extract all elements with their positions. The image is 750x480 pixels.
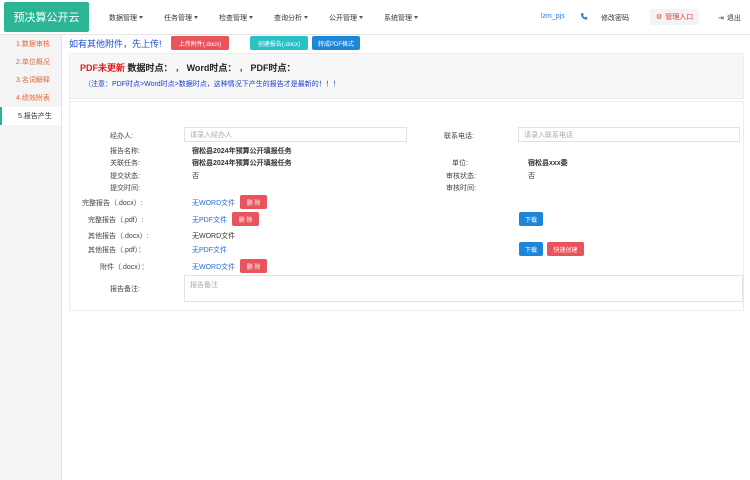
nav-check-management[interactable]: 检查管理 xyxy=(210,0,265,35)
convert-pdf-button[interactable]: 转成PDF格式 xyxy=(312,36,360,50)
main-nav: 数据管理 任务管理 检查管理 查询分析 公开管理 系统管理 xyxy=(100,0,430,35)
sidebar-item-data-review[interactable]: 1.数据审核 xyxy=(0,35,61,53)
upload-attachment-button[interactable]: 上传附件(.docx) xyxy=(171,36,229,50)
chevron-down-icon xyxy=(359,16,363,19)
sidebar-item-report-generation[interactable]: 5.报告产生 xyxy=(0,107,61,125)
logout-icon: ⇥ xyxy=(718,15,724,22)
chevron-down-icon xyxy=(414,16,418,19)
report-name-value: 宿松县2024年预算公开填报任务 xyxy=(192,148,292,155)
change-password-link[interactable]: 修改密码 xyxy=(601,13,629,23)
phone-input[interactable]: 请录入联系电话 xyxy=(518,127,740,142)
audit-status-value: 否 xyxy=(528,173,535,180)
timepoint-status: PDF未更新 数据时点： ， Word时点： ， PDF时点： xyxy=(80,61,296,74)
nav-data-management[interactable]: 数据管理 xyxy=(100,0,155,35)
timepoint-notice: PDF未更新 数据时点： ， Word时点： ， PDF时点： （注意：PDF时… xyxy=(69,53,744,99)
attachment-docx-link[interactable]: 无WORD文件 xyxy=(192,262,235,272)
word-time-label: Word时点： xyxy=(186,63,237,73)
other-docx-label: 其他报告（.docx）: xyxy=(88,233,149,240)
full-pdf-label: 完整报告（.pdf）: xyxy=(88,217,144,224)
quick-create-button[interactable]: 快速创建 xyxy=(547,242,584,256)
nav-label: 系统管理 xyxy=(384,14,412,22)
download-full-pdf-button[interactable]: 下载 xyxy=(519,212,543,226)
attachment-hint: 如有其他附件，先上传! xyxy=(69,39,162,49)
admin-entry-label: 管理入口 xyxy=(665,14,694,21)
full-docx-label: 完整报告（.docx）: xyxy=(82,200,143,207)
chevron-down-icon xyxy=(249,16,253,19)
sidebar-item-performance-tables[interactable]: 4.绩效附表 xyxy=(0,89,61,107)
submit-time-label: 提交时间: xyxy=(110,185,140,192)
delete-full-docx-button[interactable]: 删 除 xyxy=(240,195,267,209)
delete-attachment-button[interactable]: 删 除 xyxy=(240,259,267,273)
nav-label: 公开管理 xyxy=(329,14,357,22)
other-pdf-label: 其他报告（.pdf）： xyxy=(88,247,146,254)
username-link[interactable]: lzm_pjs xyxy=(541,13,565,20)
handler-label: 经办人: xyxy=(110,133,133,140)
phone-icon[interactable] xyxy=(580,12,588,21)
related-task-label: 关联任务: xyxy=(110,160,140,167)
admin-entry-button[interactable]: ⚙ 管理入口 xyxy=(650,9,700,25)
remark-textarea[interactable]: 报告备注 xyxy=(184,275,743,302)
handler-input[interactable]: 请录入经办人 xyxy=(184,127,407,142)
nav-task-management[interactable]: 任务管理 xyxy=(155,0,210,35)
nav-label: 任务管理 xyxy=(164,14,192,22)
pdf-time-label: PDF时点： xyxy=(250,63,296,73)
app-logo[interactable]: 预决算公开云 xyxy=(4,2,89,32)
data-time-value: ， xyxy=(175,63,185,73)
related-task-value: 宿松县2024年预算公开填报任务 xyxy=(192,160,292,167)
audit-status-label: 审核状态: xyxy=(446,173,476,180)
sidebar: 1.数据审核 2.单位概况 3.名词解释 4.绩效附表 5.报告产生 xyxy=(0,35,62,480)
submit-status-label: 提交状态: xyxy=(110,173,140,180)
chevron-down-icon xyxy=(194,16,198,19)
nav-publish-management[interactable]: 公开管理 xyxy=(320,0,375,35)
nav-system-management[interactable]: 系统管理 xyxy=(375,0,430,35)
nav-label: 检查管理 xyxy=(219,14,247,22)
unit-value: 宿松县xxx委 xyxy=(528,160,568,167)
other-docx-value: 无WORD文件 xyxy=(192,233,236,240)
nav-query-analysis[interactable]: 查询分析 xyxy=(265,0,320,35)
logout-button[interactable]: ⇥ 退出 xyxy=(718,13,741,23)
full-pdf-link[interactable]: 无PDF文件 xyxy=(192,215,227,225)
nav-label: 查询分析 xyxy=(274,14,302,22)
sidebar-item-glossary[interactable]: 3.名词解释 xyxy=(0,71,61,89)
data-time-label: 数据时点： xyxy=(127,63,173,73)
main-content: 如有其他附件，先上传! 上传附件(.docx) 创建报告(.docx) 转成PD… xyxy=(62,35,750,480)
full-docx-link[interactable]: 无WORD文件 xyxy=(192,198,235,208)
sidebar-item-unit-overview[interactable]: 2.单位概况 xyxy=(0,53,61,71)
submit-status-value: 否 xyxy=(192,173,199,180)
chevron-down-icon xyxy=(304,16,308,19)
delete-full-pdf-button[interactable]: 删 除 xyxy=(232,212,259,226)
nav-label: 数据管理 xyxy=(109,14,137,22)
remark-label: 报告备注: xyxy=(110,286,140,293)
unit-label: 单位: xyxy=(452,160,468,167)
report-name-label: 报告名称: xyxy=(110,148,140,155)
phone-label: 联系电话: xyxy=(444,133,474,140)
timepoint-note: （注意：PDF时点>Word时点>数据时点，这种情况下产生的报告才是最新的！！！ xyxy=(84,81,340,88)
attachment-row: 如有其他附件，先上传! xyxy=(69,35,162,52)
create-report-button[interactable]: 创建报告(.docx) xyxy=(250,36,308,50)
audit-time-label: 审核时间: xyxy=(446,185,476,192)
top-bar: 预决算公开云 数据管理 任务管理 检查管理 查询分析 公开管理 系统管理 lzm… xyxy=(0,0,750,35)
attachment-docx-label: 附件（.docx）： xyxy=(100,264,149,271)
word-time-value: ， xyxy=(238,63,248,73)
download-other-pdf-button[interactable]: 下载 xyxy=(519,242,543,256)
pdf-not-updated-label: PDF未更新 xyxy=(80,63,126,73)
gear-icon: ⚙ xyxy=(656,14,663,21)
other-pdf-link[interactable]: 无PDF文件 xyxy=(192,245,227,255)
chevron-down-icon xyxy=(139,16,143,19)
logout-label: 退出 xyxy=(726,15,741,22)
